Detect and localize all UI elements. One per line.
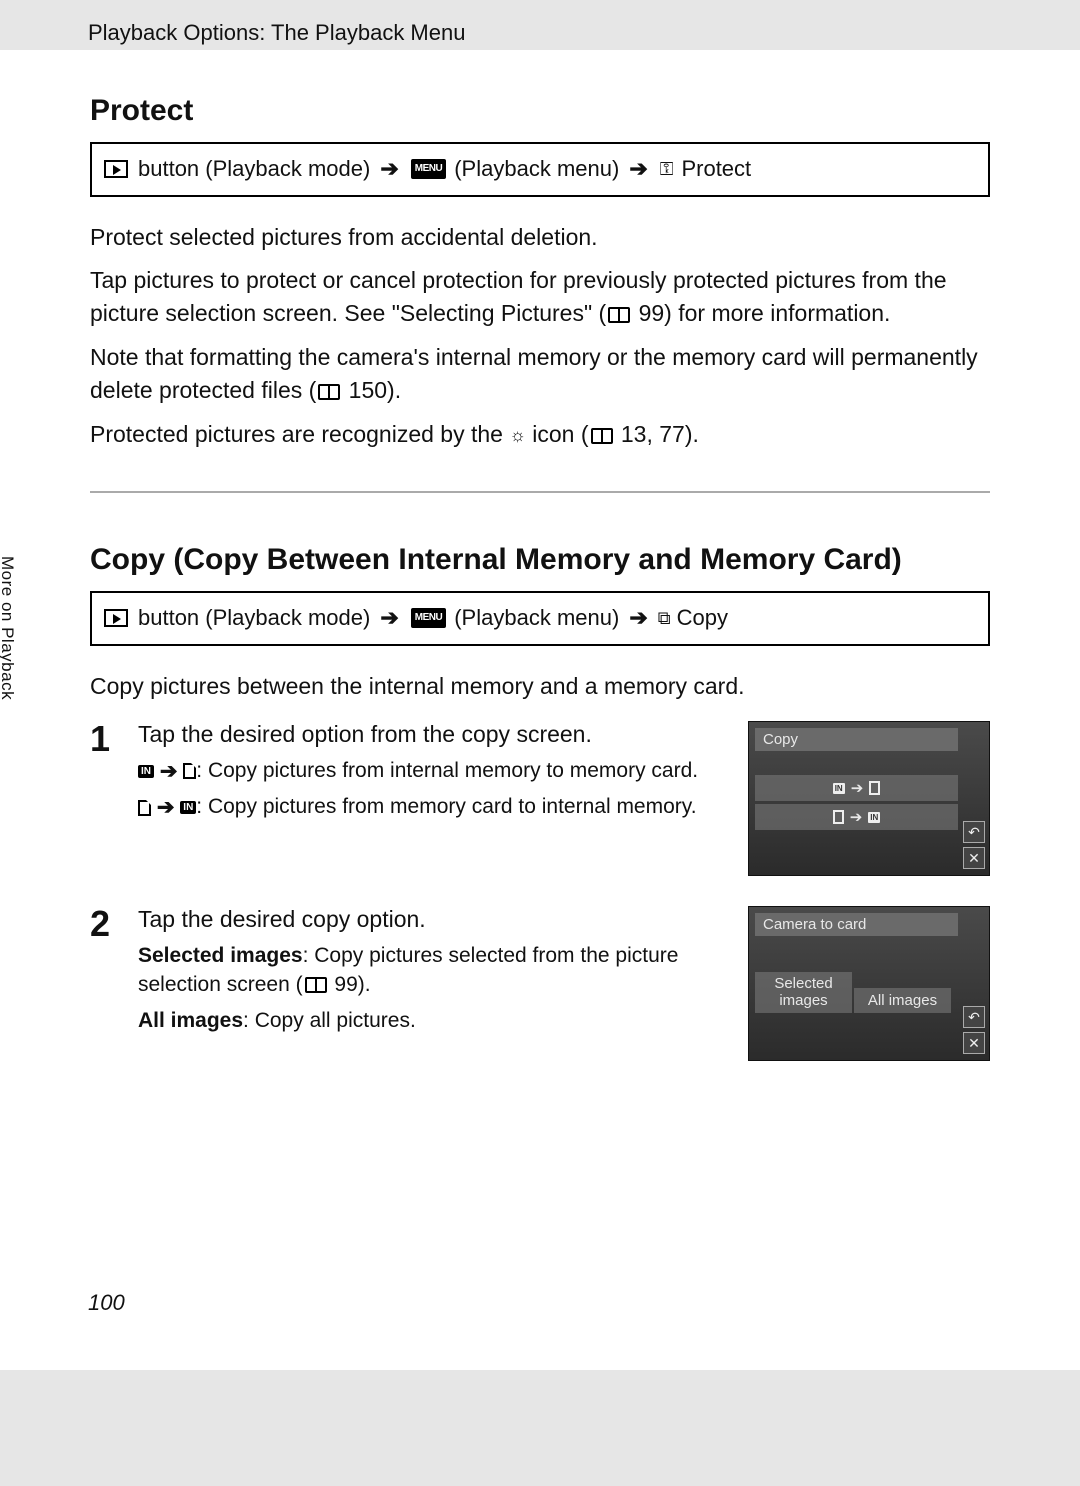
book-icon xyxy=(608,307,630,323)
protect-marker-icon: ☼ xyxy=(509,422,526,448)
arrow-icon: ➔ xyxy=(851,779,864,797)
step2-opt1: Selected images: Copy pictures selected … xyxy=(138,941,730,1000)
step-body: Tap the desired option from the copy scr… xyxy=(138,721,730,876)
arrow-icon: ➔ xyxy=(157,793,175,822)
shot-option-card-to-in[interactable]: ➔ IN xyxy=(755,804,958,830)
shot-selected-images-button[interactable]: Selected images xyxy=(755,972,852,1013)
nav-dest: Copy xyxy=(677,603,728,634)
copy-nav-path: button (Playback mode) ➔ MENU (Playback … xyxy=(90,591,990,646)
page-number: 100 xyxy=(88,1290,125,1316)
book-icon xyxy=(305,977,327,993)
menu-icon: MENU xyxy=(411,159,446,179)
page: Playback Options: The Playback Menu More… xyxy=(0,0,1080,1486)
step-lead: Tap the desired copy option. xyxy=(138,906,730,933)
step1-opt1: IN ➔ : Copy pictures from internal memor… xyxy=(138,756,730,786)
arrow-icon: ➔ xyxy=(160,757,178,786)
section-header: Playback Options: The Playback Menu xyxy=(88,20,465,56)
protect-p1: Protect selected pictures from accidenta… xyxy=(90,221,990,254)
sd-card-icon xyxy=(138,800,151,816)
book-icon xyxy=(318,384,340,400)
step-2: 2 Tap the desired copy option. Selected … xyxy=(90,906,990,1061)
sidebar-tab: More on Playback xyxy=(0,538,27,718)
step-body: Tap the desired copy option. Selected im… xyxy=(138,906,730,1061)
arrow-icon: ➔ xyxy=(629,154,647,185)
step1-opt2: ➔ IN: Copy pictures from memory card to … xyxy=(138,792,730,822)
protect-key-icon: ⚿ xyxy=(660,157,674,182)
nav-button-label: button (Playback mode) xyxy=(138,154,370,185)
shot-all-images-button[interactable]: All images xyxy=(854,988,951,1013)
menu-icon: MENU xyxy=(411,608,446,628)
shot-title: Copy xyxy=(755,728,958,751)
copy-intro: Copy pictures between the internal memor… xyxy=(90,670,990,703)
back-button[interactable]: ↶ xyxy=(963,1006,985,1028)
copy-screen-shot: Copy IN ➔ ➔ IN ↶ xyxy=(748,721,990,876)
arrow-icon: ➔ xyxy=(629,603,647,634)
sd-card-icon xyxy=(833,810,844,824)
nav-menu-label: (Playback menu) xyxy=(454,603,619,634)
content: Protect button (Playback mode) ➔ MENU (P… xyxy=(0,50,1080,1061)
playback-icon xyxy=(104,160,128,178)
nav-menu-label: (Playback menu) xyxy=(454,154,619,185)
sidebar-tab-label: More on Playback xyxy=(0,556,17,700)
sd-card-icon xyxy=(869,781,880,795)
arrow-icon: ➔ xyxy=(380,603,398,634)
step-1: 1 Tap the desired option from the copy s… xyxy=(90,721,990,876)
protect-p4: Protected pictures are recognized by the… xyxy=(90,418,990,451)
arrow-icon: ➔ xyxy=(850,808,863,826)
protect-p2: Tap pictures to protect or cancel protec… xyxy=(90,264,990,331)
close-button[interactable]: ✕ xyxy=(963,1032,985,1054)
page-inner: Playback Options: The Playback Menu More… xyxy=(0,50,1080,1370)
nav-button-label: button (Playback mode) xyxy=(138,603,370,634)
playback-icon xyxy=(104,609,128,627)
back-button[interactable]: ↶ xyxy=(963,821,985,843)
book-icon xyxy=(591,428,613,444)
shot-title: Camera to card xyxy=(755,913,958,936)
internal-memory-icon: IN xyxy=(138,765,154,778)
step-number: 2 xyxy=(90,906,120,1061)
internal-memory-icon: IN xyxy=(833,783,845,794)
arrow-icon: ➔ xyxy=(380,154,398,185)
protect-heading: Protect xyxy=(90,94,990,128)
step-number: 1 xyxy=(90,721,120,876)
copy-icon: ⧉ xyxy=(658,606,671,631)
divider xyxy=(90,491,990,493)
shot-option-in-to-card[interactable]: IN ➔ xyxy=(755,775,958,801)
protect-nav-path: button (Playback mode) ➔ MENU (Playback … xyxy=(90,142,990,197)
step-lead: Tap the desired option from the copy scr… xyxy=(138,721,730,748)
nav-dest: Protect xyxy=(681,154,751,185)
protect-p3: Note that formatting the camera's intern… xyxy=(90,341,990,408)
step2-opt2: All images: Copy all pictures. xyxy=(138,1006,730,1035)
internal-memory-icon: IN xyxy=(868,812,880,823)
internal-memory-icon: IN xyxy=(180,801,196,814)
camera-to-card-shot: Camera to card Selected imagesAll images… xyxy=(748,906,990,1061)
copy-heading: Copy (Copy Between Internal Memory and M… xyxy=(90,543,990,577)
close-button[interactable]: ✕ xyxy=(963,847,985,869)
sd-card-icon xyxy=(183,763,196,779)
